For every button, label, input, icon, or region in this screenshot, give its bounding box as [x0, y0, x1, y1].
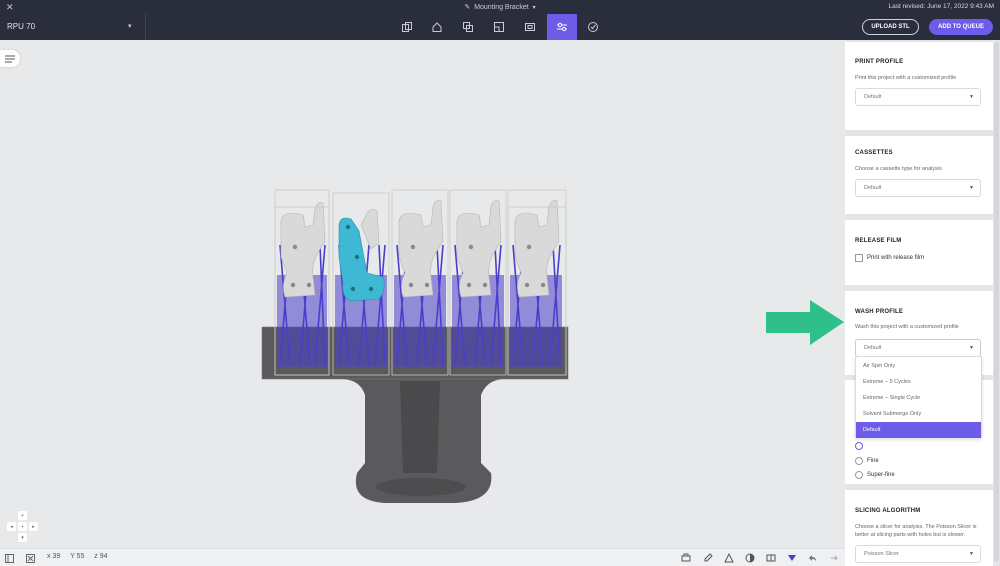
- pan-center-icon[interactable]: ▪: [18, 522, 27, 531]
- resolution-radio-default[interactable]: [855, 442, 863, 450]
- view-tray-icon[interactable]: [680, 552, 692, 564]
- build-plate-foot: [376, 478, 466, 496]
- cross-section-icon[interactable]: [765, 552, 777, 564]
- panel-scrollbar[interactable]: [993, 40, 1000, 566]
- resolution-radio-superfine[interactable]: [855, 471, 863, 479]
- dropdown-option[interactable]: Extreme – 5 Cycles: [856, 374, 981, 390]
- edit-icon[interactable]: [702, 552, 714, 564]
- print-profile-value: Default: [864, 94, 882, 100]
- measure-icon[interactable]: [26, 554, 35, 563]
- contrast-icon[interactable]: [744, 552, 756, 564]
- print-profile-select[interactable]: Default ▼: [855, 88, 981, 106]
- resolution-icon[interactable]: [515, 14, 545, 40]
- cursor-coordinates: x 39 Y 55 z 94: [47, 553, 116, 560]
- release-film-title: RELEASE FILM: [855, 238, 902, 244]
- pencil-icon: ✎: [464, 4, 471, 11]
- title-strip: ✕ ✎ Mounting Bracket ▾ Last revised: June …: [0, 0, 1000, 14]
- grid-view-icon[interactable]: [5, 554, 14, 563]
- build-plate-stem: [400, 381, 440, 473]
- dropdown-option[interactable]: Extreme – Single Cycle: [856, 390, 981, 406]
- release-film-label: Print with release film: [867, 255, 925, 261]
- copy-icon[interactable]: [392, 14, 422, 40]
- slicing-algorithm-card: SLICING ALGORITHM Choose a slicer for an…: [845, 490, 993, 566]
- chevron-down-icon: ▼: [969, 185, 974, 191]
- settings-sliders-icon[interactable]: [547, 14, 577, 40]
- dropdown-option[interactable]: Solvent Submerge Only: [856, 406, 981, 422]
- resolution-label-fine: Fine: [867, 458, 879, 464]
- slicing-desc: Choose a slicer for analysis. The Poisso…: [855, 524, 977, 538]
- coord-x: x 39: [47, 553, 61, 560]
- list-icon[interactable]: [0, 50, 20, 67]
- wash-profile-dropdown: Air Spin Only Extreme – 5 Cycles Extreme…: [855, 356, 982, 438]
- wash-profile-desc: Wash this project with a customized prof…: [855, 324, 959, 330]
- duplicate-icon[interactable]: [453, 14, 483, 40]
- cassettes-value: Default: [864, 185, 882, 191]
- chevron-down-icon: ▼: [969, 94, 974, 100]
- cassettes-desc: Choose a cassette type for analysis: [855, 166, 942, 172]
- part-2-selected[interactable]: [338, 209, 385, 302]
- settings-panel: PRINT PROFILE Print this project with a …: [845, 40, 1000, 566]
- arrow-annotation: [766, 300, 844, 345]
- resolution-radio-fine[interactable]: [855, 457, 863, 465]
- undo-icon[interactable]: [807, 552, 819, 564]
- redo-icon[interactable]: [828, 552, 840, 564]
- chevron-down-icon: ▼: [969, 345, 974, 351]
- bottom-status-bar: x 39 Y 55 z 94: [0, 548, 845, 566]
- build-plate-model[interactable]: [255, 185, 575, 510]
- chevron-down-icon: ▾: [128, 23, 132, 30]
- coord-z: z 94: [94, 553, 108, 560]
- wash-profile-value: Default: [864, 345, 882, 351]
- pan-up-icon[interactable]: +: [18, 511, 27, 520]
- printer-name: RPU 70: [7, 22, 36, 31]
- top-bar: ✕ ✎ Mounting Bracket ▾ Last revised: June …: [0, 0, 1000, 40]
- dropdown-option-selected[interactable]: Default: [856, 422, 981, 438]
- pan-control[interactable]: + ◂ ▪ ▸ ▾: [7, 511, 38, 544]
- slicing-select[interactable]: Poisson Slicer ▼: [855, 545, 981, 563]
- last-revised-text: Last revised: June 17, 2022 9:43 AM: [888, 3, 994, 10]
- chevron-down-icon: ▼: [969, 551, 974, 557]
- coord-y: Y 55: [70, 553, 85, 560]
- print-profile-desc: Print this project with a customized pro…: [855, 75, 957, 81]
- slicing-title: SLICING ALGORITHM: [855, 508, 921, 514]
- pan-right-icon[interactable]: ▸: [29, 522, 38, 531]
- dropdown-option[interactable]: Air Spin Only: [856, 358, 981, 374]
- wash-profile-title: WASH PROFILE: [855, 309, 904, 315]
- printer-selector[interactable]: RPU 70 ▾: [0, 14, 146, 40]
- check-circle-icon[interactable]: [578, 14, 608, 40]
- release-film-checkbox[interactable]: [855, 254, 863, 262]
- print-profile-title: PRINT PROFILE: [855, 59, 904, 65]
- supports-icon[interactable]: [786, 552, 798, 564]
- cassettes-card: CASSETTES Choose a cassette type for ana…: [845, 136, 993, 214]
- triangle-mesh-icon[interactable]: [723, 552, 735, 564]
- pan-down-icon[interactable]: ▾: [18, 533, 27, 542]
- add-to-queue-button[interactable]: ADD TO QUEUE: [929, 19, 993, 35]
- print-profile-card: PRINT PROFILE Print this project with a …: [845, 42, 993, 130]
- resolution-label-superfine: Super-fine: [867, 472, 895, 478]
- cassettes-title: CASSETTES: [855, 150, 893, 156]
- scroll-thumb[interactable]: [994, 42, 999, 562]
- chevron-down-icon: ▾: [532, 5, 536, 11]
- home-icon[interactable]: [422, 14, 452, 40]
- document-title-text: Mounting Bracket: [474, 4, 529, 11]
- cassettes-select[interactable]: Default ▼: [855, 179, 981, 197]
- upload-stl-button[interactable]: UPLOAD STL: [862, 19, 919, 35]
- slicing-value: Poisson Slicer: [864, 551, 899, 557]
- layout-icon[interactable]: [484, 14, 514, 40]
- wash-profile-select[interactable]: Default ▼: [855, 339, 981, 357]
- document-title[interactable]: ✎ Mounting Bracket ▾: [0, 3, 1000, 11]
- release-film-card: RELEASE FILM Print with release film: [845, 220, 993, 285]
- pan-left-icon[interactable]: ◂: [7, 522, 16, 531]
